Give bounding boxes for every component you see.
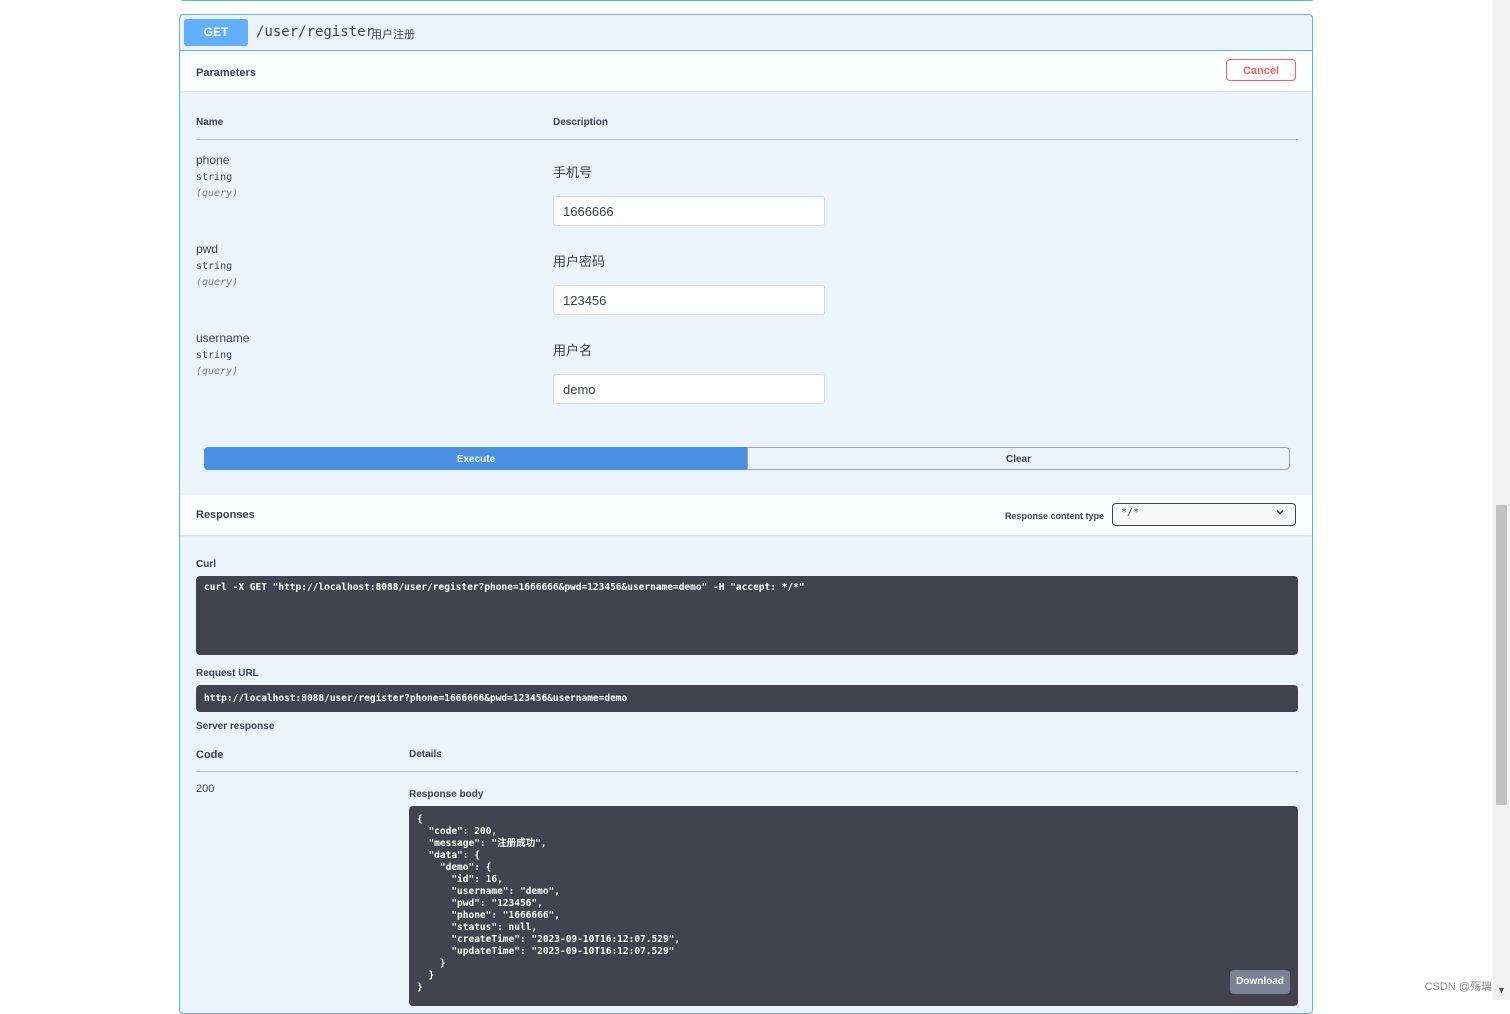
param-name-username: username: [196, 331, 250, 345]
param-description-pwd: 用户密码: [553, 254, 606, 269]
param-description-username: 用户名: [553, 343, 593, 358]
pwd-input[interactable]: [553, 285, 825, 315]
request-url-label: Request URL: [196, 668, 259, 679]
watermark: CSDN @殇璃: [1424, 981, 1492, 993]
response-details-header: Details: [409, 749, 442, 760]
response-table-divider: [196, 771, 1298, 772]
param-name-phone: phone: [196, 153, 230, 167]
clear-button[interactable]: Clear: [747, 447, 1290, 470]
operation-summary[interactable]: GET /user/register 用户注册: [180, 15, 1312, 51]
curl-command-block[interactable]: curl -X GET "http://localhost:8088/user/…: [196, 576, 1298, 655]
param-type-pwd: string: [196, 261, 233, 272]
scrollbar-thumb[interactable]: [1496, 505, 1507, 805]
param-in-phone: (query): [196, 188, 239, 199]
execute-wrapper: Execute Clear: [204, 447, 1291, 471]
http-method-badge: GET: [184, 19, 248, 46]
param-name-pwd: pwd: [196, 242, 219, 256]
username-input[interactable]: [553, 374, 825, 404]
response-status-code: 200: [196, 783, 215, 795]
download-button[interactable]: Download: [1230, 970, 1290, 994]
column-name-header: Name: [196, 117, 224, 128]
response-content-type-value: */*: [1121, 507, 1140, 518]
parameters-header: Parameters Cancel: [180, 51, 1312, 91]
param-type-username: string: [196, 350, 233, 361]
operation-summary-text: 用户注册: [371, 29, 415, 41]
response-code-header: Code: [196, 749, 224, 761]
operation-block: GET /user/register 用户注册 Parameters Cance…: [179, 14, 1313, 1014]
param-in-pwd: (query): [196, 277, 239, 288]
response-content-type-select[interactable]: */*: [1112, 503, 1296, 526]
parameters-title: Parameters: [196, 67, 256, 79]
previous-operation-block: [179, 0, 1315, 1]
cancel-button[interactable]: Cancel: [1226, 59, 1296, 81]
param-in-username: (query): [196, 366, 239, 377]
table-header-divider: [196, 139, 1298, 140]
response-content-type-label: Response content type: [1004, 511, 1104, 521]
response-body-block[interactable]: { "code": 200, "message": "注册成功", "data"…: [409, 806, 1298, 1006]
chevron-down-icon: [1275, 507, 1285, 520]
operation-path: /user/register: [256, 24, 375, 40]
server-response-label: Server response: [196, 721, 275, 732]
execute-button[interactable]: Execute: [204, 447, 748, 470]
param-type-phone: string: [196, 172, 233, 183]
param-description-phone: 手机号: [553, 165, 593, 180]
request-url-block[interactable]: http://localhost:8088/user/register?phon…: [196, 685, 1298, 712]
response-body-label: Response body: [409, 789, 484, 800]
responses-title: Responses: [196, 509, 255, 521]
scroll-down-arrow-icon[interactable]: ▼: [1497, 985, 1506, 995]
column-description-header: Description: [553, 117, 609, 128]
phone-input[interactable]: [553, 196, 825, 226]
curl-label: Curl: [196, 559, 216, 570]
responses-header: Responses Response content type */*: [180, 495, 1312, 535]
page-scrollbar[interactable]: ▼: [1493, 0, 1510, 1000]
